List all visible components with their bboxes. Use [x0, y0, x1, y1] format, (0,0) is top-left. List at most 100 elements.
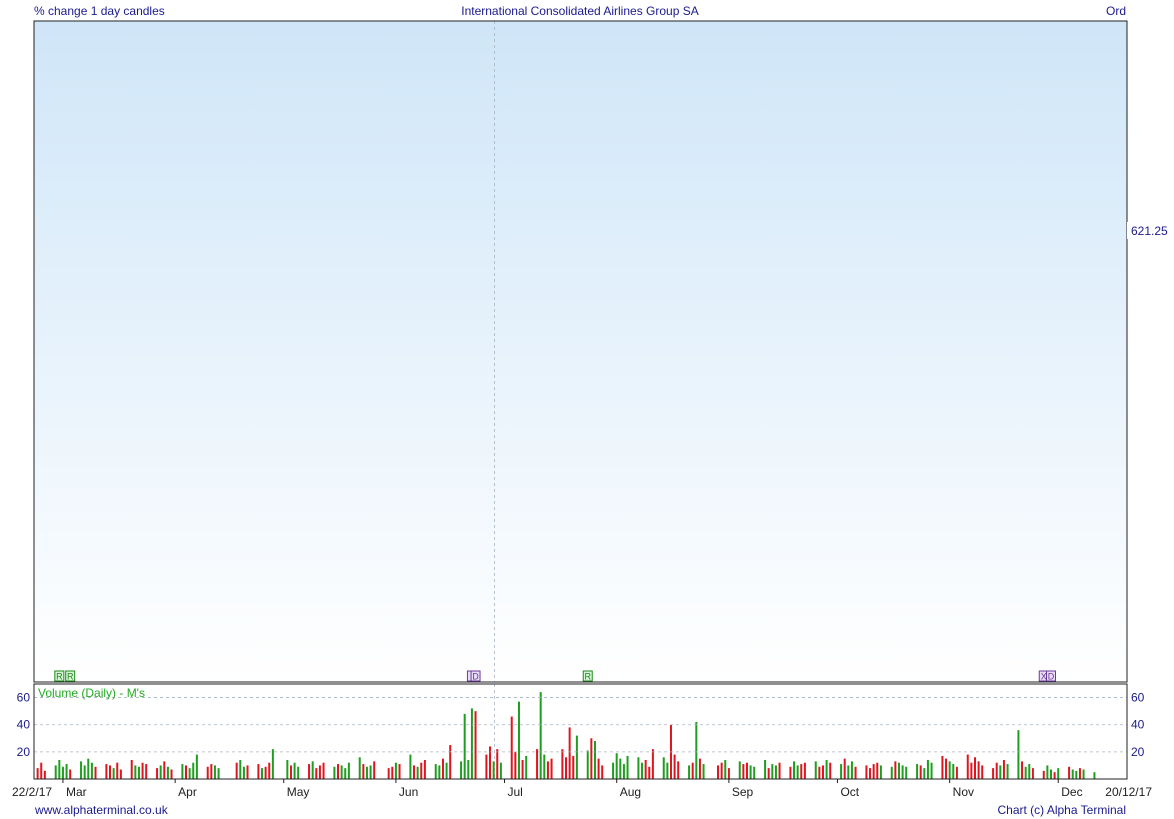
volume-bar [163, 761, 166, 779]
month-label: Jul [507, 785, 522, 799]
volume-bar [492, 761, 495, 779]
volume-bar [561, 749, 564, 779]
volume-bar [286, 760, 289, 779]
volume-bar [315, 768, 318, 779]
volume-bar [840, 764, 843, 779]
volume-tick-label-right: 20 [1131, 745, 1145, 759]
marker-label: R [56, 672, 63, 682]
volume-bar [688, 765, 691, 779]
volume-bar [297, 766, 300, 779]
volume-panel-background [34, 684, 1127, 779]
volume-bar [575, 735, 578, 779]
volume-bar [1006, 764, 1009, 779]
volume-bar [434, 764, 437, 779]
volume-bar [264, 766, 267, 779]
volume-bar [764, 760, 767, 779]
volume-bar [593, 741, 596, 779]
volume-bar [525, 755, 528, 779]
volume-bar [1082, 769, 1085, 779]
volume-bar [720, 762, 723, 779]
volume-bar [872, 764, 875, 779]
volume-bar [691, 762, 694, 779]
volume-bar [793, 761, 796, 779]
marker-label: R [67, 672, 74, 682]
volume-bar [923, 768, 926, 779]
volume-bar [662, 757, 665, 779]
volume-bar [847, 765, 850, 779]
volume-bar [423, 760, 426, 779]
volume-bar [65, 764, 68, 779]
x-end-date: 20/12/17 [1105, 785, 1152, 799]
footer-website[interactable]: www.alphaterminal.co.uk [34, 803, 169, 817]
volume-bar [1042, 770, 1045, 779]
volume-bar [119, 769, 122, 779]
volume-bar [83, 765, 86, 779]
volume-bar [311, 761, 314, 779]
volume-bar [800, 764, 803, 779]
volume-bar [999, 765, 1002, 779]
volume-bar [112, 768, 115, 779]
volume-bar [622, 764, 625, 779]
volume-bar [365, 766, 368, 779]
volume-bar [485, 754, 488, 779]
volume-bar [90, 762, 93, 779]
volume-bar [865, 765, 868, 779]
volume-bar [257, 764, 260, 779]
volume-bar [293, 762, 296, 779]
volume-bar [565, 757, 568, 779]
volume-bar [612, 762, 615, 779]
volume-bar [698, 758, 701, 779]
volume-bar [901, 765, 904, 779]
month-label: Mar [66, 785, 87, 799]
volume-tick-label-right: 60 [1131, 691, 1145, 705]
volume-bar [87, 758, 90, 779]
volume-bar [1021, 761, 1024, 779]
volume-bar [952, 764, 955, 779]
volume-bar [966, 754, 969, 779]
volume-bar [597, 758, 600, 779]
volume-bar [510, 716, 513, 779]
volume-bar [745, 762, 748, 779]
volume-bar [644, 760, 647, 779]
volume-bar [742, 764, 745, 779]
volume-bar [941, 755, 944, 779]
volume-bar [445, 762, 448, 779]
volume-bar [517, 701, 520, 779]
volume-bar [185, 765, 188, 779]
volume-bar [879, 765, 882, 779]
volume-bar [894, 761, 897, 779]
volume-bar [1068, 766, 1071, 779]
volume-bar [1024, 766, 1027, 779]
volume-bar [992, 768, 995, 779]
volume-bar [738, 761, 741, 779]
volume-bar [188, 768, 191, 779]
volume-bar [869, 768, 872, 779]
volume-bar [1053, 772, 1056, 779]
volume-bar [192, 762, 195, 779]
volume-bar [58, 760, 61, 779]
volume-bar [318, 765, 321, 779]
volume-bar [981, 765, 984, 779]
volume-bar [803, 762, 806, 779]
volume-bar [771, 764, 774, 779]
volume-bar [261, 768, 264, 779]
price-panel-background [34, 21, 1127, 682]
volume-tick-label-right: 40 [1131, 718, 1145, 732]
header-left-label: % change 1 day candles [34, 4, 165, 18]
volume-bar [387, 768, 390, 779]
x-axis-months: Mar Apr May Jun Jul Aug Sep Oct Nov Dec 22/2/17 20/… [12, 779, 1152, 799]
volume-bar [677, 761, 680, 779]
volume-bar [130, 760, 133, 779]
volume-bar [159, 765, 162, 779]
volume-bar [496, 749, 499, 779]
volume-bar [210, 764, 213, 779]
volume-bar [637, 757, 640, 779]
volume-bar [36, 768, 39, 779]
volume-bar [1093, 772, 1096, 779]
volume-bar [948, 761, 951, 779]
volume-bar [825, 760, 828, 779]
volume-bar [69, 769, 72, 779]
volume-bar [460, 761, 463, 779]
volume-bar [767, 768, 770, 779]
volume-bar [43, 770, 46, 779]
